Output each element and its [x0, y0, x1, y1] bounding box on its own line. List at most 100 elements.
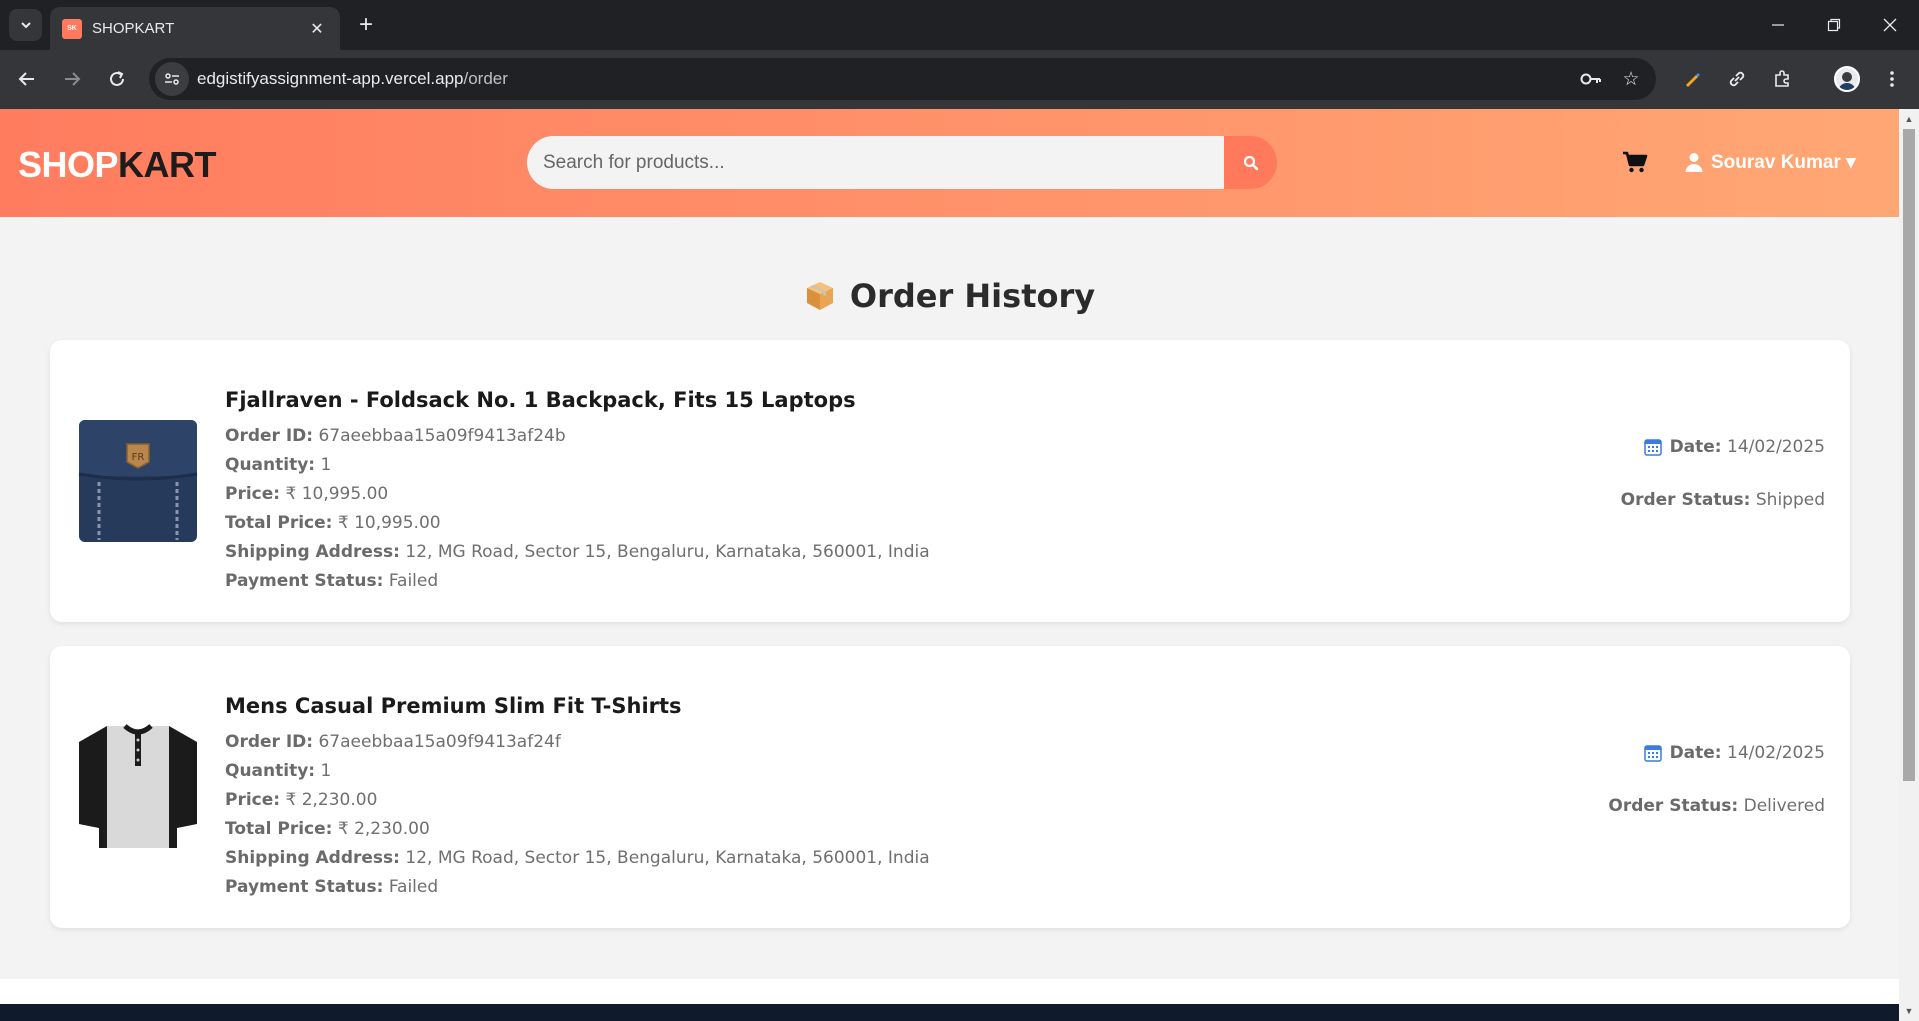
back-icon[interactable]: [11, 63, 43, 95]
search-button[interactable]: [1224, 136, 1277, 189]
minimize-icon[interactable]: [1758, 10, 1798, 40]
new-tab-button[interactable]: +: [352, 11, 380, 39]
price-value: ₹ 10,995.00: [285, 484, 389, 504]
order-id-row: Order ID: 67aeebbaa15a09f9413af24b: [225, 422, 930, 451]
site-header: SHOPKART Sourav Kumar ▾: [0, 109, 1899, 217]
search-icon: [1243, 155, 1258, 170]
order-details: Mens Casual Premium Slim Fit T-Shirts Or…: [225, 694, 930, 902]
order-id-value: 67aeebbaa15a09f9413af24b: [318, 426, 566, 446]
price-label: Price:: [225, 790, 281, 810]
date-label: Date:: [1669, 743, 1722, 763]
logo-shop-text: SHOP: [18, 144, 119, 185]
shopkart-logo[interactable]: SHOPKART: [18, 144, 217, 186]
total-price-value: ₹ 10,995.00: [337, 513, 441, 533]
scroll-down-icon[interactable]: ▼: [1899, 1003, 1919, 1019]
quantity-value: 1: [320, 761, 332, 781]
quantity-label: Quantity:: [225, 455, 316, 475]
payment-status-label: Payment Status:: [225, 877, 384, 897]
reload-icon[interactable]: [101, 63, 133, 95]
product-name[interactable]: Fjallraven - Foldsack No. 1 Backpack, Fi…: [225, 388, 930, 412]
search-input[interactable]: [527, 136, 1224, 189]
shipping-address-value: 12, MG Road, Sector 15, Bengaluru, Karna…: [405, 542, 930, 562]
extensions-puzzle-icon[interactable]: [1767, 64, 1797, 94]
order-status-label: Order Status:: [1620, 490, 1751, 510]
price-row: Price: ₹ 2,230.00: [225, 786, 930, 815]
forward-icon[interactable]: [56, 63, 88, 95]
total-price-label: Total Price:: [225, 819, 333, 839]
page-scrollbar[interactable]: ▲ ▼: [1899, 109, 1919, 1021]
date-label: Date:: [1669, 437, 1722, 457]
link-extension-icon[interactable]: [1722, 64, 1752, 94]
favicon-icon: SK: [62, 18, 82, 39]
order-id-label: Order ID:: [225, 426, 314, 446]
order-status-row: Order Status: Shipped: [1621, 490, 1825, 510]
total-price-row: Total Price: ₹ 2,230.00: [225, 815, 930, 844]
order-status-value: Delivered: [1743, 796, 1825, 816]
profile-avatar-icon[interactable]: [1832, 64, 1862, 94]
logo-kart-text: KART: [118, 144, 217, 185]
quantity-row: Quantity: 1: [225, 757, 930, 786]
order-details: Fjallraven - Foldsack No. 1 Backpack, Fi…: [225, 388, 930, 596]
quantity-value: 1: [320, 455, 332, 475]
order-meta: Date: 14/02/2025 Order Status: Delivered: [1608, 742, 1825, 816]
shipping-address-value: 12, MG Road, Sector 15, Bengaluru, Karna…: [405, 848, 930, 868]
tab-close-icon[interactable]: ✕: [306, 19, 328, 39]
browser-toolbar: edgistifyassignment-app.vercel.app/order…: [0, 50, 1919, 109]
site-footer: [0, 1004, 1899, 1021]
quantity-label: Quantity:: [225, 761, 316, 781]
site-info-icon[interactable]: [155, 62, 189, 96]
calendar-icon: [1643, 438, 1662, 456]
payment-status-value: Failed: [388, 571, 439, 591]
search-bar: [527, 136, 1277, 189]
order-date-row: Date: 14/02/2025: [1608, 742, 1825, 764]
product-image-tshirt[interactable]: [75, 723, 200, 849]
date-value: 14/02/2025: [1727, 743, 1825, 763]
browser-tab[interactable]: SK SHOPKART ✕: [50, 7, 340, 50]
page-viewport: SHOPKART Sourav Kumar ▾: [0, 109, 1899, 1021]
address-bar[interactable]: edgistifyassignment-app.vercel.app/order…: [149, 58, 1656, 100]
tab-title: SHOPKART: [92, 20, 175, 37]
pen-extension-icon[interactable]: [1677, 64, 1707, 94]
price-label: Price:: [225, 484, 281, 504]
payment-status-row: Payment Status: Failed: [225, 873, 930, 902]
payment-status-value: Failed: [388, 877, 439, 897]
product-name[interactable]: Mens Casual Premium Slim Fit T-Shirts: [225, 694, 930, 718]
user-menu[interactable]: Sourav Kumar ▾: [1685, 147, 1856, 177]
order-id-label: Order ID:: [225, 732, 314, 752]
url-host: edgistifyassignment-app.vercel.app: [197, 69, 464, 88]
cart-button[interactable]: [1620, 147, 1650, 177]
order-id-value: 67aeebbaa15a09f9413af24f: [318, 732, 561, 752]
order-card: FR Fjallraven - Foldsack No. 1 Backpack,…: [50, 340, 1850, 622]
order-status-label: Order Status:: [1608, 796, 1739, 816]
password-key-icon[interactable]: [1576, 64, 1606, 94]
scrollbar-thumb[interactable]: [1903, 129, 1915, 781]
url-text[interactable]: edgistifyassignment-app.vercel.app/order: [197, 69, 1576, 89]
quantity-row: Quantity: 1: [225, 451, 930, 480]
total-price-row: Total Price: ₹ 10,995.00: [225, 509, 930, 538]
restore-icon[interactable]: [1814, 10, 1854, 40]
order-meta: Date: 14/02/2025 Order Status: Shipped: [1621, 436, 1825, 510]
order-card: Mens Casual Premium Slim Fit T-Shirts Or…: [50, 646, 1850, 928]
total-price-value: ₹ 2,230.00: [337, 819, 430, 839]
page-title: Order History: [849, 277, 1096, 315]
browser-tab-bar: SK SHOPKART ✕ +: [0, 0, 1919, 50]
page-title-wrap: Order History: [0, 277, 1899, 315]
tab-list-button[interactable]: [9, 9, 42, 41]
browser-menu-icon[interactable]: [1877, 64, 1907, 94]
shipping-address-label: Shipping Address:: [225, 848, 400, 868]
cart-icon: [1623, 151, 1648, 173]
bookmark-star-icon[interactable]: ☆: [1616, 64, 1646, 94]
scroll-up-icon[interactable]: ▲: [1899, 111, 1919, 127]
user-name: Sourav Kumar ▾: [1711, 151, 1856, 173]
shipping-address-label: Shipping Address:: [225, 542, 400, 562]
product-image-backpack[interactable]: FR: [75, 418, 200, 543]
svg-text:FR: FR: [131, 452, 144, 463]
calendar-icon: [1643, 744, 1662, 762]
user-icon: [1685, 152, 1703, 172]
payment-status-label: Payment Status:: [225, 571, 384, 591]
chevron-down-icon: [20, 22, 31, 29]
content-bottom-area: [0, 979, 1899, 1004]
close-window-icon[interactable]: [1870, 10, 1910, 40]
date-value: 14/02/2025: [1727, 437, 1825, 457]
payment-status-row: Payment Status: Failed: [225, 567, 930, 596]
